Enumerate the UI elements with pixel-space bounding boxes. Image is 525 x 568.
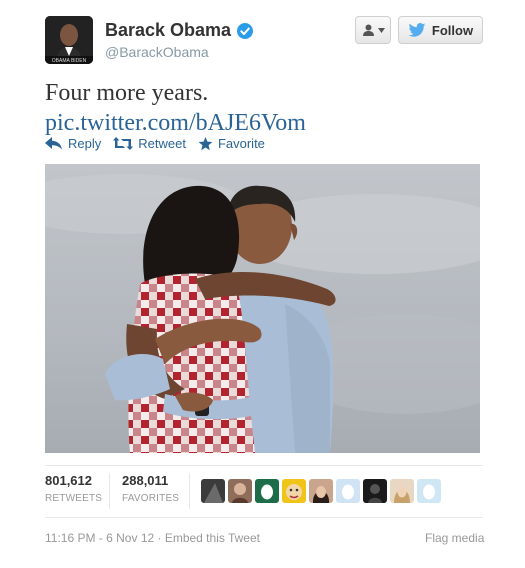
tweet-timestamp-embed[interactable]: 11:16 PM - 6 Nov 12 · Embed this Tweet [45,531,260,545]
tweet-text: Four more years. [45,80,209,106]
favoriter-avatar[interactable] [282,479,306,503]
user-photo-icon [228,479,252,503]
follow-button-label: Follow [431,22,474,38]
star-icon [198,136,213,150]
retweet-action[interactable]: Retweet [113,136,186,151]
default-egg-avatar-icon [255,479,279,503]
photo-embrace-image [45,164,480,453]
display-name-row[interactable]: Barack Obama [105,20,254,41]
reply-action[interactable]: Reply [45,136,101,151]
stat-divider [109,473,110,509]
favoriter-avatar[interactable] [201,479,225,503]
retweet-label: Retweet [138,136,186,151]
retweets-count: 801,612 [45,473,92,488]
reply-icon [45,137,62,150]
retweets-label: RETWEETS [45,493,103,504]
favoriter-avatar[interactable] [336,479,360,503]
avatar-caption: OBAMA BIDEN [52,58,87,64]
favoriter-avatar[interactable] [390,479,414,503]
caret-down-icon [377,27,385,33]
favoriter-avatar[interactable] [255,479,279,503]
favoriter-avatar[interactable] [309,479,333,503]
stat-divider [189,473,190,509]
tweet-photo[interactable] [45,164,480,453]
user-photo-icon [201,479,225,503]
profile-avatar[interactable]: OBAMA BIDEN [45,16,93,64]
stats-divider-top [45,465,483,466]
favoriter-avatar[interactable] [417,479,441,503]
user-photo-icon [282,479,306,503]
reply-label: Reply [68,136,102,151]
user-photo-icon [390,479,414,503]
user-photo-icon [309,479,333,503]
favoriter-avatar[interactable] [363,479,387,503]
retweet-icon [113,137,134,150]
favorite-action[interactable]: Favorite [198,136,265,151]
stats-divider-bottom [45,517,483,518]
favorites-label: FAVORITES [122,493,180,504]
default-egg-avatar-icon [336,479,360,503]
default-egg-avatar-icon [417,479,441,503]
favorite-label: Favorite [217,136,265,151]
favoriter-avatar[interactable] [228,479,252,503]
display-name[interactable]: Barack Obama [105,20,231,41]
tweet-media-link[interactable]: pic.twitter.com/bAJE6Vom [45,108,306,138]
flag-media-link[interactable]: Flag media [425,531,484,545]
favorites-stat[interactable]: 288,011 FAVORITES [122,473,179,504]
twitter-bird-icon [408,23,426,37]
avatar-image: OBAMA BIDEN [45,16,93,64]
tweet-actions: Reply Retweet Favorite [45,136,277,151]
favoriters-avatars [201,479,441,503]
retweets-stat[interactable]: 801,612 RETWEETS [45,473,102,504]
user-icon [362,24,374,36]
follow-button[interactable]: Follow [398,16,483,44]
user-photo-icon [363,479,387,503]
user-dropdown-button[interactable] [355,16,391,44]
verified-badge-icon [237,22,254,39]
favorites-count: 288,011 [122,473,169,488]
screen-name[interactable]: @BarackObama [105,44,209,60]
